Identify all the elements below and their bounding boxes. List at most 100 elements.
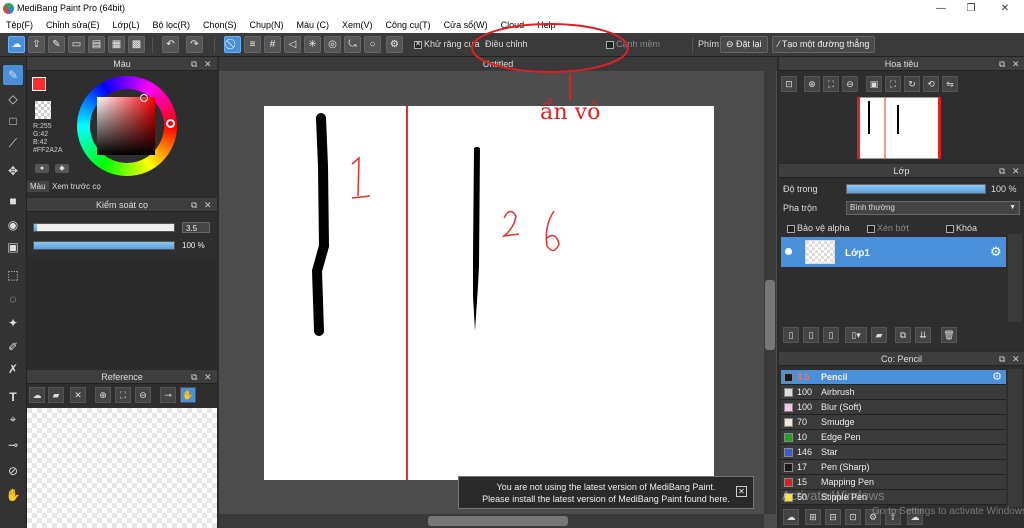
drawing-canvas[interactable]: [264, 106, 714, 480]
cloud-brush-icon[interactable]: ☁: [783, 509, 799, 525]
page-icon[interactable]: ▤: [88, 36, 105, 53]
rotate-icon[interactable]: ↻: [904, 76, 920, 92]
hand-tool-icon[interactable]: ✋: [3, 485, 23, 505]
color-option-icon[interactable]: ●: [35, 164, 49, 173]
folder-icon[interactable]: ▰: [48, 387, 64, 403]
blend-mode-select[interactable]: Bình thường ▼: [846, 201, 1020, 215]
select-rect-tool-icon[interactable]: ⬚: [3, 265, 23, 285]
notice-close-button[interactable]: ✕: [736, 486, 747, 497]
popout-icon[interactable]: ⧉: [191, 370, 197, 384]
new-1bit-layer-icon[interactable]: ▯: [823, 327, 839, 343]
snap-grid-icon[interactable]: #: [264, 36, 281, 53]
fit-icon[interactable]: ⛶: [823, 76, 839, 92]
hand-icon[interactable]: ✋: [180, 387, 196, 403]
snap-parallel-icon[interactable]: ≡: [244, 36, 261, 53]
eye-icon[interactable]: [785, 248, 792, 255]
duplicate-layer-icon[interactable]: ⧉: [895, 327, 911, 343]
zoom-in-icon[interactable]: ⊕: [804, 76, 820, 92]
zoom-in-icon[interactable]: ⊕: [95, 387, 111, 403]
line-tool-icon[interactable]: ⟋: [3, 133, 23, 153]
menu-select[interactable]: Chọn(S): [203, 17, 237, 33]
gradient-tool-icon[interactable]: ▣: [3, 237, 23, 257]
snap-curve-icon[interactable]: ⤿: [344, 36, 361, 53]
tab-brush-preview[interactable]: Xem trước cọ: [49, 181, 104, 192]
create-line-button[interactable]: ⁄ Tạo một đường thẳng: [772, 36, 876, 53]
new-file-icon[interactable]: ▭: [68, 36, 85, 53]
protect-alpha-option[interactable]: Bảo vệ alpha: [787, 223, 850, 233]
brush-settings-icon[interactable]: ⚙: [992, 370, 1002, 385]
protect-alpha-checkbox[interactable]: [787, 224, 795, 233]
brush-opacity-slider[interactable]: [33, 241, 175, 250]
eyedropper-tool-icon[interactable]: ⊸: [3, 435, 23, 455]
brush-tool-icon[interactable]: ✎: [3, 65, 23, 85]
share-icon[interactable]: ⇪: [28, 36, 45, 53]
add-brush-icon[interactable]: ⊞: [805, 509, 821, 525]
background-color-swatch[interactable]: [35, 101, 51, 119]
layer-settings-icon[interactable]: ⚙: [990, 244, 1002, 260]
update-notice[interactable]: You are not using the latest version of …: [458, 476, 754, 509]
reset-button[interactable]: ⊖ Đặt lại: [720, 36, 768, 53]
zoom-out-icon[interactable]: ⊖: [842, 76, 858, 92]
popout-icon[interactable]: ⧉: [999, 164, 1005, 178]
flip-icon[interactable]: ⇋: [942, 76, 958, 92]
select-eraser-tool-icon[interactable]: ✗: [3, 359, 23, 379]
rectangle-tool-icon[interactable]: □: [3, 111, 23, 131]
lock-checkbox[interactable]: [946, 224, 954, 233]
move-tool-icon[interactable]: ✥: [3, 161, 23, 181]
grid-icon[interactable]: ▩: [128, 36, 145, 53]
vertical-scroll-thumb[interactable]: [765, 280, 775, 350]
menu-filter[interactable]: Bộ lọc(R): [152, 17, 190, 33]
brush-scrollbar[interactable]: [1008, 369, 1022, 507]
brush-item[interactable]: 100 Blur (Soft): [781, 400, 1006, 415]
popout-icon[interactable]: ⧉: [191, 57, 197, 71]
actual-size-icon[interactable]: ▣: [866, 76, 882, 92]
zoom-out-icon[interactable]: ⊖: [135, 387, 151, 403]
comment-icon[interactable]: ✎: [48, 36, 65, 53]
cloud-icon[interactable]: ☁: [29, 387, 45, 403]
divide-tool-icon[interactable]: ⌖: [3, 409, 23, 429]
minimize-button[interactable]: —: [926, 0, 956, 17]
delete-icon[interactable]: ✕: [70, 387, 86, 403]
eraser-tool-icon[interactable]: ◇: [3, 89, 23, 109]
antialias-checkbox[interactable]: ✕: [414, 40, 422, 49]
delete-layer-icon[interactable]: 🗑: [941, 327, 957, 343]
merge-layer-icon[interactable]: ⇊: [915, 327, 931, 343]
select-pen-tool-icon[interactable]: ✐: [3, 337, 23, 357]
popout-icon[interactable]: ⧉: [999, 352, 1005, 366]
close-icon[interactable]: ✕: [1012, 164, 1020, 178]
pen-tool-icon[interactable]: ⊘: [3, 461, 23, 481]
close-icon[interactable]: ✕: [204, 370, 212, 384]
panels-icon[interactable]: ▦: [108, 36, 125, 53]
popout-icon[interactable]: ⧉: [191, 198, 197, 212]
brush-item[interactable]: 10 Edge Pen: [781, 430, 1006, 445]
brush-size-value[interactable]: 3.5: [182, 222, 210, 233]
fit-icon[interactable]: ⛶: [115, 387, 131, 403]
clipping-checkbox[interactable]: [867, 224, 875, 233]
new-layer-icon[interactable]: ▯: [783, 327, 799, 343]
import-brush-icon[interactable]: ⊟: [825, 509, 841, 525]
horizontal-scroll-thumb[interactable]: [428, 516, 568, 526]
brush-item[interactable]: 100 Airbrush: [781, 385, 1006, 400]
close-icon[interactable]: ✕: [1012, 352, 1020, 366]
close-icon[interactable]: ✕: [1012, 57, 1020, 71]
menu-edit[interactable]: Chỉnh sửa(E): [46, 17, 100, 33]
sv-handle[interactable]: [140, 94, 148, 102]
undo-icon[interactable]: ↶: [162, 36, 179, 53]
layer-scrollbar[interactable]: [1008, 234, 1022, 322]
lock-option[interactable]: Khóa: [946, 223, 977, 233]
brush-item[interactable]: 3.5 Pencil ⚙: [781, 370, 1006, 385]
clipping-option[interactable]: Xén bớt: [867, 223, 909, 233]
menu-color[interactable]: Màu (C): [297, 17, 330, 33]
brush-option-icon[interactable]: ⊡: [845, 509, 861, 525]
snap-off-icon[interactable]: ⃠: [224, 36, 241, 53]
reference-area[interactable]: [27, 408, 217, 528]
tab-color[interactable]: Màu: [27, 181, 49, 192]
menu-view[interactable]: Xem(V): [342, 17, 373, 33]
eyedropper-icon[interactable]: ⊸: [160, 387, 176, 403]
palette-option-icon[interactable]: ◆: [55, 164, 69, 173]
redo-icon[interactable]: ↷: [186, 36, 203, 53]
brush-item[interactable]: 17 Pen (Sharp): [781, 460, 1006, 475]
rotate-reset-icon[interactable]: ⟲: [923, 76, 939, 92]
lasso-tool-icon[interactable]: ◌: [3, 289, 23, 309]
navigator-thumbnail[interactable]: [857, 97, 941, 160]
